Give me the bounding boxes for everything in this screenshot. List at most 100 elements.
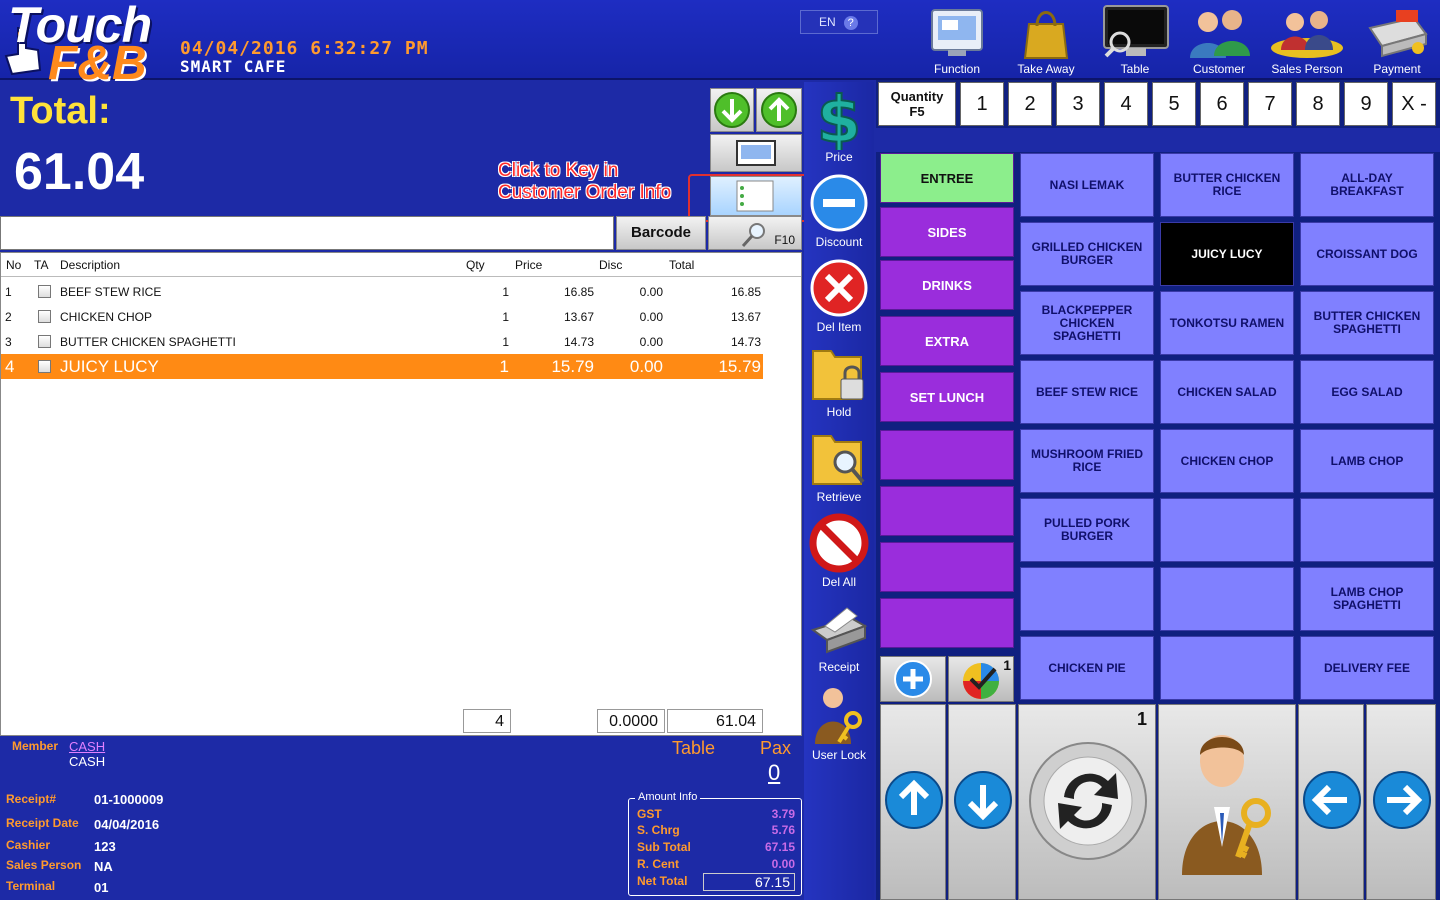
item-grilled-chicken-burger[interactable]: GRILLED CHICKEN BURGER — [1020, 222, 1154, 286]
row-price: 16.85 — [563, 285, 594, 299]
category-page-up-button[interactable] — [880, 704, 946, 900]
sales-person-button[interactable]: Sales Person — [1264, 2, 1350, 78]
move-up-button[interactable] — [756, 88, 802, 132]
item-beef-stew-rice[interactable]: BEEF STEW RICE — [1020, 360, 1154, 424]
subtotal-value: 67.15 — [764, 840, 795, 854]
user-lock-button[interactable]: User Lock — [804, 680, 874, 764]
takeaway-checkbox[interactable] — [38, 310, 51, 323]
discount-button[interactable]: Discount — [804, 167, 874, 251]
category-set-lunch[interactable]: SET LUNCH — [880, 372, 1014, 422]
function-button[interactable]: Function — [914, 2, 1000, 78]
header-store-name: SMART CAFE — [180, 57, 287, 76]
check-badge-button[interactable]: 1 — [948, 656, 1014, 702]
qty-key-3[interactable]: 3 — [1056, 82, 1100, 126]
language-selector[interactable]: EN? — [800, 10, 878, 34]
category-page-down-button[interactable] — [948, 704, 1016, 900]
qty-key-6[interactable]: 6 — [1200, 82, 1244, 126]
delete-all-button[interactable]: Del All — [804, 507, 874, 591]
qty-key-4[interactable]: 4 — [1104, 82, 1148, 126]
item-empty[interactable] — [1160, 636, 1294, 700]
refresh-icon — [1029, 742, 1147, 860]
category-sides[interactable]: SIDES — [880, 207, 1014, 257]
item-lamb-chop[interactable]: LAMB CHOP — [1300, 429, 1434, 493]
item-chicken-pie[interactable]: CHICKEN PIE — [1020, 636, 1154, 700]
item-butter-chicken-rice[interactable]: BUTTER CHICKEN RICE — [1160, 153, 1294, 217]
menu-panel: Quantity F5 1 2 3 4 5 6 7 8 9 X - ENTREE … — [876, 80, 1440, 900]
category-empty[interactable] — [880, 430, 1014, 480]
item-chicken-chop[interactable]: CHICKEN CHOP — [1160, 429, 1294, 493]
item-mushroom-fried-rice[interactable]: MUSHROOM FRIED RICE — [1020, 429, 1154, 493]
row-qty: 1 — [502, 285, 509, 299]
table-button[interactable]: Table — [1092, 2, 1178, 78]
menu-page-next-button[interactable] — [1366, 704, 1436, 900]
arrow-down-icon — [714, 92, 750, 128]
payment-button[interactable]: Payment — [1354, 2, 1440, 78]
item-pulled-pork-burger[interactable]: PULLED PORK BURGER — [1020, 498, 1154, 562]
take-away-button[interactable]: Take Away — [1003, 2, 1089, 78]
category-empty[interactable] — [880, 486, 1014, 536]
item-butter-chicken-spaghetti[interactable]: BUTTER CHICKEN SPAGHETTI — [1300, 291, 1434, 355]
table-row[interactable]: 1 BEEF STEW RICE 1 16.85 0.00 16.85 — [1, 279, 763, 304]
takeaway-checkbox[interactable] — [38, 285, 51, 298]
quantity-f5-button[interactable]: Quantity F5 — [878, 82, 956, 126]
header-bar: Touch F&B 04/04/2016 6:32:27 PM SMART CA… — [0, 0, 1440, 90]
category-extra[interactable]: EXTRA — [880, 316, 1014, 366]
item-empty[interactable] — [1020, 567, 1154, 631]
add-category-button[interactable] — [880, 656, 946, 702]
search-f10-button[interactable]: F10 — [708, 216, 802, 250]
qty-key-2[interactable]: 2 — [1008, 82, 1052, 126]
refresh-button[interactable]: 1 — [1018, 704, 1156, 900]
item-chicken-salad[interactable]: CHICKEN SALAD — [1160, 360, 1294, 424]
display-button[interactable] — [710, 134, 802, 172]
svg-text:$: $ — [817, 86, 862, 150]
category-drinks[interactable]: DRINKS — [880, 260, 1014, 310]
price-button[interactable]: $ Price — [804, 82, 874, 166]
col-total: Total — [669, 258, 695, 272]
qty-key-8[interactable]: 8 — [1296, 82, 1340, 126]
qty-key-clear[interactable]: X - — [1392, 82, 1436, 126]
receipt-button[interactable]: Receipt — [804, 592, 874, 676]
cashier-value: 123 — [94, 839, 116, 854]
takeaway-checkbox[interactable] — [38, 360, 51, 373]
item-croissant-dog[interactable]: CROISSANT DOG — [1300, 222, 1434, 286]
barcode-input[interactable] — [0, 216, 614, 250]
item-lamb-chop-spaghetti[interactable]: LAMB CHOP SPAGHETTI — [1300, 567, 1434, 631]
item-delivery-fee[interactable]: DELIVERY FEE — [1300, 636, 1434, 700]
category-entree[interactable]: ENTREE — [880, 153, 1014, 203]
user-login-button[interactable] — [1158, 704, 1296, 900]
takeaway-checkbox[interactable] — [38, 335, 51, 348]
category-empty[interactable] — [880, 542, 1014, 592]
col-qty: Qty — [466, 258, 485, 272]
barcode-button[interactable]: Barcode — [616, 216, 706, 250]
item-empty[interactable] — [1300, 498, 1434, 562]
item-empty[interactable] — [1160, 567, 1294, 631]
table-row-selected[interactable]: 4 JUICY LUCY 1 15.79 0.00 15.79 — [1, 354, 763, 379]
retrieve-button[interactable]: Retrieve — [804, 422, 874, 506]
category-empty[interactable] — [880, 598, 1014, 648]
help-icon[interactable]: ? — [843, 16, 858, 30]
terminal-value: 01 — [94, 880, 109, 895]
qty-key-9[interactable]: 9 — [1344, 82, 1388, 126]
item-tonkotsu-ramen[interactable]: TONKOTSU RAMEN — [1160, 291, 1294, 355]
member-link[interactable]: CASH — [69, 739, 105, 754]
qty-key-7[interactable]: 7 — [1248, 82, 1292, 126]
move-down-button[interactable] — [710, 88, 754, 132]
qty-key-1[interactable]: 1 — [960, 82, 1004, 126]
qty-key-5[interactable]: 5 — [1152, 82, 1196, 126]
item-nasi-lemak[interactable]: NASI LEMAK — [1020, 153, 1154, 217]
customer-button[interactable]: Customer — [1176, 2, 1262, 78]
table-row[interactable]: 3 BUTTER CHICKEN SPAGHETTI 1 14.73 0.00 … — [1, 329, 763, 354]
hold-button[interactable]: Hold — [804, 337, 874, 421]
col-no: No — [6, 258, 22, 272]
menu-page-prev-button[interactable] — [1298, 704, 1364, 900]
pax-value[interactable]: 0 — [768, 760, 780, 786]
item-juicy-lucy[interactable]: JUICY LUCY — [1160, 222, 1294, 286]
item-empty[interactable] — [1160, 498, 1294, 562]
delete-item-button[interactable]: Del Item — [804, 252, 874, 336]
table-row[interactable]: 2 CHICKEN CHOP 1 13.67 0.00 13.67 — [1, 304, 763, 329]
item-egg-salad[interactable]: EGG SALAD — [1300, 360, 1434, 424]
row-disc: 0.00 — [639, 310, 663, 324]
item-blackpepper-chicken-spaghetti[interactable]: BLACKPEPPER CHICKEN SPAGHETTI — [1020, 291, 1154, 355]
rounding-row: R. Cent 0.00 — [637, 857, 795, 873]
item-all-day-breakfast[interactable]: ALL-DAY BREAKFAST — [1300, 153, 1434, 217]
